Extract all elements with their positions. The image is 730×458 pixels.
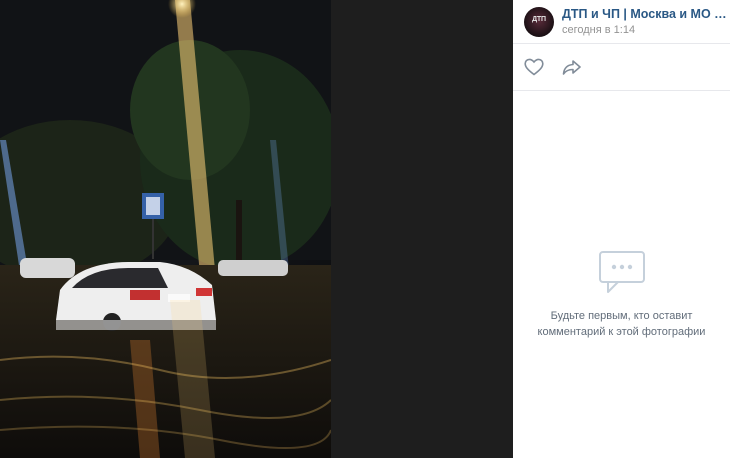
share-arrow-icon <box>562 60 581 75</box>
empty-comments-line2: комментарий к этой фотографии <box>537 326 706 338</box>
comments-empty-state: Будьте первым, кто оставит комментарий к… <box>513 250 730 340</box>
comments-icon <box>598 251 645 293</box>
post-side-panel: ДТП ДТП и ЧП | Москва и МО Онлайн ... се… <box>513 0 730 458</box>
post-header: ДТП ДТП и ЧП | Москва и МО Онлайн ... се… <box>513 0 730 44</box>
avatar-label: ДТП <box>532 15 546 23</box>
post-meta: ДТП и ЧП | Москва и МО Онлайн ... сегодн… <box>562 7 730 37</box>
empty-comments-line1: Будьте первым, кто оставит <box>550 310 693 322</box>
like-button[interactable] <box>523 56 545 78</box>
post-photo[interactable] <box>0 0 331 458</box>
night-flood-photo <box>0 0 331 458</box>
post-actions <box>513 44 730 91</box>
avatar[interactable]: ДТП <box>524 6 554 37</box>
empty-comments-text: Будьте первым, кто оставит комментарий к… <box>513 308 730 340</box>
photo-viewer[interactable] <box>0 0 513 458</box>
post-date[interactable]: сегодня в 1:14 <box>562 23 730 37</box>
share-button[interactable] <box>561 56 583 78</box>
heart-icon <box>524 58 544 76</box>
author-link[interactable]: ДТП и ЧП | Москва и МО Онлайн ... <box>562 7 730 22</box>
